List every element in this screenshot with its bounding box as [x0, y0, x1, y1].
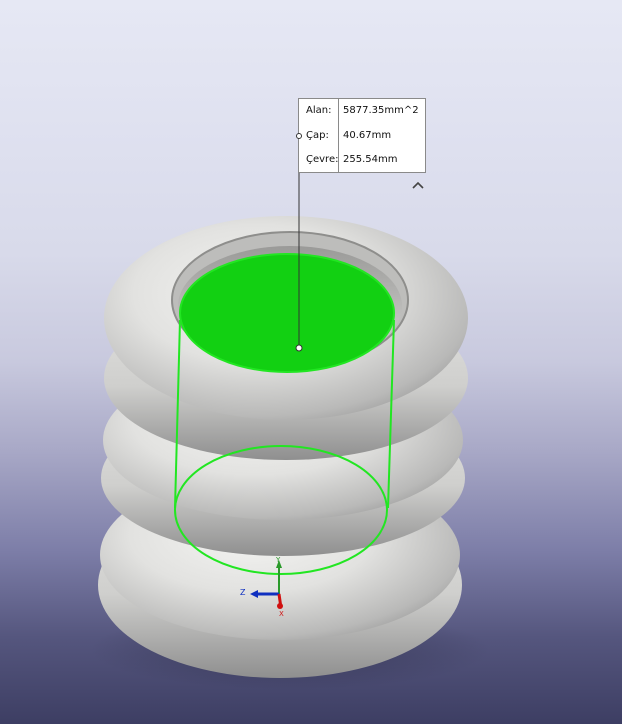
chevron-up-icon: [412, 181, 424, 189]
diameter-value: 40.67mm: [343, 130, 392, 141]
perimeter-value: 255.54mm: [343, 154, 398, 165]
callout-collapse-button[interactable]: [411, 176, 425, 189]
triad-y-label: Y: [275, 556, 281, 564]
selected-face[interactable]: [179, 253, 395, 373]
area-label: Alan:: [306, 105, 332, 116]
diameter-label: Çap:: [306, 130, 329, 141]
callout-row-perimeter: Çevre: 255.54mm: [299, 151, 425, 169]
leader-endpoint: [295, 344, 303, 352]
triad-x-label: X: [279, 610, 284, 618]
area-value: 5877.35mm^2: [343, 105, 419, 116]
graphics-viewport[interactable]: Y Z X Alan: 5877.35mm^2 Çap: 40.67mm Çev…: [0, 0, 622, 724]
callout-anchor-handle[interactable]: [296, 133, 302, 139]
callout-row-diameter: Çap: 40.67mm: [299, 127, 425, 145]
callout-row-area: Alan: 5877.35mm^2: [299, 102, 425, 120]
perimeter-label: Çevre:: [306, 154, 339, 165]
measure-callout[interactable]: Alan: 5877.35mm^2 Çap: 40.67mm Çevre: 25…: [298, 98, 426, 173]
triad-z-label: Z: [240, 588, 246, 597]
